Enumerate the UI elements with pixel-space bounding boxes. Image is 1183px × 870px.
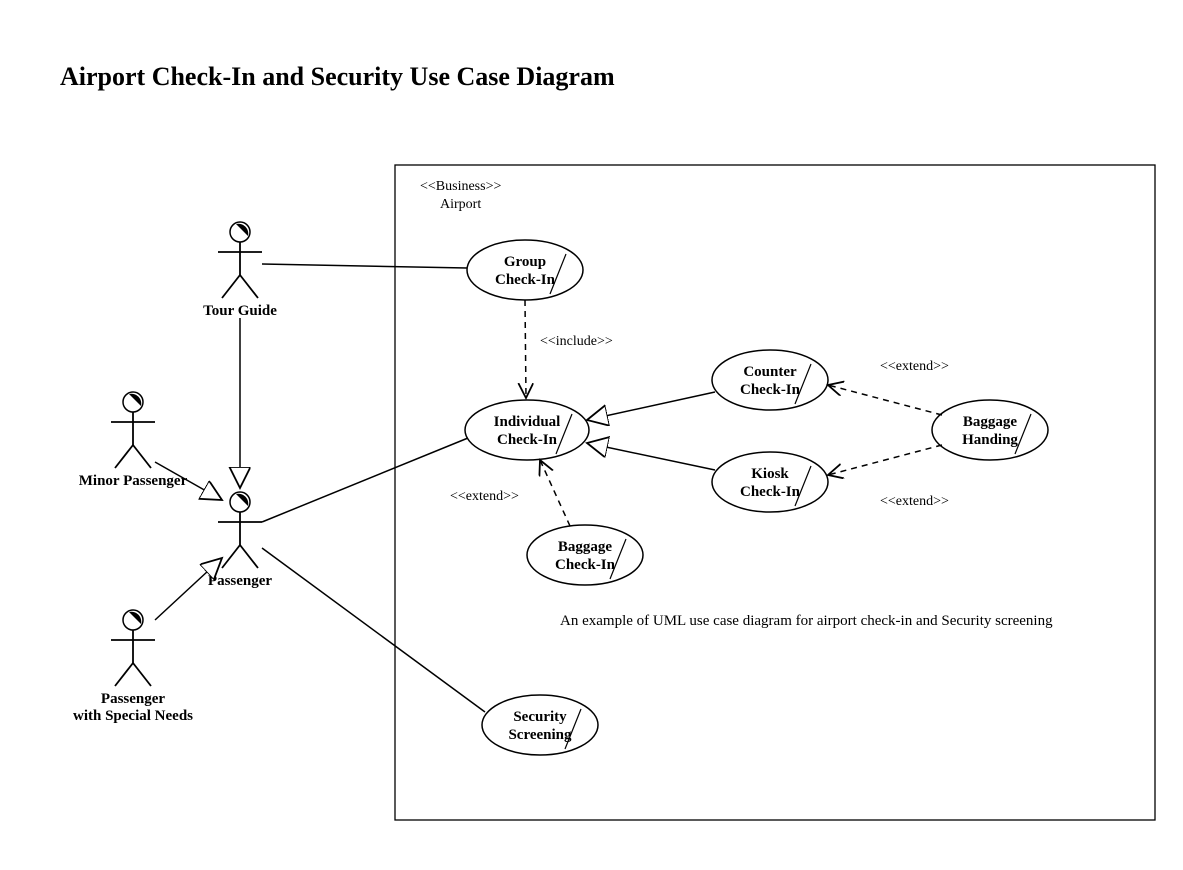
extend-baggagehanding-counter bbox=[828, 385, 942, 415]
extend-baggagecheckin-individual bbox=[540, 460, 570, 526]
svg-text:Counter: Counter bbox=[743, 364, 797, 380]
usecase-security-screening: Security Screening bbox=[482, 695, 598, 755]
usecase-group-checkin: Group Check-In bbox=[467, 240, 583, 300]
extend-bottom-label: <<extend>> bbox=[880, 494, 949, 509]
svg-text:Group: Group bbox=[504, 254, 546, 270]
diagram-caption: An example of UML use case diagram for a… bbox=[560, 613, 1053, 629]
usecase-individual-checkin: Individual Check-In bbox=[465, 400, 589, 460]
actor-tour-guide: Tour Guide bbox=[203, 222, 277, 319]
svg-text:Individual: Individual bbox=[494, 414, 561, 430]
extend-top-label: <<extend>> bbox=[880, 359, 949, 374]
system-name: Airport bbox=[440, 197, 481, 212]
svg-text:Screening: Screening bbox=[508, 727, 572, 743]
actor-minor-passenger-label: Minor Passenger bbox=[79, 473, 188, 489]
svg-text:Check-In: Check-In bbox=[497, 432, 558, 448]
actor-passenger: Passenger bbox=[208, 492, 272, 589]
svg-text:Check-In: Check-In bbox=[555, 557, 616, 573]
svg-text:Handing: Handing bbox=[962, 432, 1018, 448]
actor-passenger-special-label2: with Special Needs bbox=[73, 708, 193, 724]
assoc-passenger-security bbox=[262, 548, 485, 712]
gen-special-passenger bbox=[155, 558, 222, 620]
gen-kiosk-individual bbox=[587, 443, 715, 470]
svg-text:Check-In: Check-In bbox=[740, 382, 801, 398]
svg-text:Check-In: Check-In bbox=[495, 272, 556, 288]
actor-passenger-special-label1: Passenger bbox=[101, 691, 165, 707]
assoc-passenger-individual bbox=[262, 438, 468, 522]
actor-minor-passenger: Minor Passenger bbox=[79, 392, 188, 489]
diagram-canvas: Airport Check-In and Security Use Case D… bbox=[0, 0, 1183, 870]
actor-passenger-special-needs: Passenger with Special Needs bbox=[73, 610, 193, 724]
svg-text:Kiosk: Kiosk bbox=[751, 466, 789, 482]
usecase-counter-checkin: Counter Check-In bbox=[712, 350, 828, 410]
usecase-baggage-checkin: Baggage Check-In bbox=[527, 525, 643, 585]
svg-text:Security: Security bbox=[513, 709, 567, 725]
diagram-title: Airport Check-In and Security Use Case D… bbox=[60, 62, 615, 91]
system-stereotype: <<Business>> bbox=[420, 179, 501, 194]
svg-text:Baggage: Baggage bbox=[558, 539, 613, 555]
usecase-baggage-handing: Baggage Handing bbox=[932, 400, 1048, 460]
usecase-kiosk-checkin: Kiosk Check-In bbox=[712, 452, 828, 512]
include-group-individual bbox=[525, 300, 526, 398]
include-label: <<include>> bbox=[540, 334, 613, 349]
svg-text:Check-In: Check-In bbox=[740, 484, 801, 500]
actor-passenger-label: Passenger bbox=[208, 573, 272, 589]
actor-tour-guide-label: Tour Guide bbox=[203, 303, 277, 319]
extend-left-label: <<extend>> bbox=[450, 489, 519, 504]
gen-counter-individual bbox=[587, 392, 715, 420]
assoc-tourguide-groupcheckin bbox=[262, 264, 467, 268]
svg-text:Baggage: Baggage bbox=[963, 414, 1018, 430]
extend-baggagehanding-kiosk bbox=[828, 445, 942, 475]
